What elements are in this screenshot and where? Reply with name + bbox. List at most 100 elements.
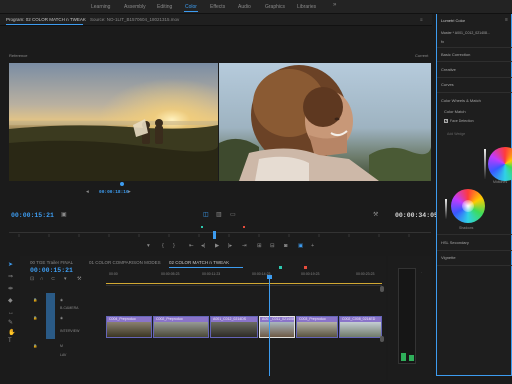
reference-position-handle[interactable]	[120, 182, 124, 186]
track-target-bar[interactable]	[46, 293, 55, 339]
track-lock-icon[interactable]: 🔒	[33, 298, 37, 302]
lumetri-menu-icon[interactable]: ≡	[505, 17, 508, 23]
timeline-panel: 00 TGE Trailer FINAL 01 COLOR COMPARISON…	[20, 256, 386, 380]
timeline-ruler[interactable]	[106, 278, 382, 286]
vertical-scroll-handle[interactable]	[380, 336, 384, 342]
current-timecode[interactable]: 00:00:15:21	[11, 212, 54, 219]
tab-source-monitor[interactable]: Source: NO-1LIT_B1570604_18021315.mov	[90, 17, 179, 22]
slip-tool-icon[interactable]: ↔	[8, 310, 14, 317]
export-frame-icon[interactable]: ◙	[284, 243, 287, 249]
track-visibility-icon[interactable]: ◉	[60, 298, 63, 302]
ref-prev-icon[interactable]: ◂	[86, 189, 89, 195]
mark-in-icon[interactable]: {	[162, 243, 164, 249]
divider	[437, 77, 512, 78]
ripple-edit-tool-icon[interactable]: ⇹	[8, 286, 13, 293]
duration-timecode: 00:00:34:05	[395, 212, 438, 219]
workspace-tab-learning[interactable]: Learning	[91, 4, 110, 10]
timeline-clip[interactable]: C004_Preproduo	[106, 316, 152, 338]
section-creative[interactable]: Creative	[441, 67, 456, 72]
timeline-clip[interactable]: A001_C012_0214DS	[210, 316, 258, 338]
comparison-toggle-icon[interactable]: ▣	[298, 243, 303, 249]
step-back-icon[interactable]: ◂|	[201, 243, 205, 249]
linked-selection-icon[interactable]: ⊂	[51, 276, 55, 283]
midtones-color-wheel[interactable]	[488, 147, 512, 181]
timeline-playhead[interactable]	[269, 276, 270, 376]
track-select-tool-icon[interactable]: ⇒	[8, 274, 13, 281]
pen-tool-icon[interactable]: ✎	[8, 320, 13, 327]
monitor-playhead[interactable]	[213, 231, 216, 239]
track-lock-icon[interactable]: 🔒	[33, 316, 37, 320]
midtones-luma-slider[interactable]	[484, 149, 486, 179]
add-marker-timeline-icon[interactable]: ▾	[64, 276, 67, 283]
marker-red[interactable]	[243, 226, 245, 228]
audio-meter	[398, 268, 416, 364]
split-view-icon[interactable]: ▭	[230, 212, 236, 219]
go-to-out-icon[interactable]: ⇥	[242, 243, 247, 249]
ruler-label: 00:00:23:23	[356, 272, 375, 276]
timeline-clip-selected[interactable]: A001_C011_021408	[259, 316, 295, 338]
step-forward-icon[interactable]: |▸	[228, 243, 232, 249]
razor-tool-icon[interactable]: ◆	[8, 298, 13, 305]
camera-icon[interactable]: ▣	[61, 212, 67, 219]
workspace-tab-assembly[interactable]: Assembly	[124, 4, 146, 10]
sequence-tab-color-match[interactable]: 02 COLOR MATCH n TWEAK	[169, 260, 229, 265]
timeline-marker-teal[interactable]	[279, 266, 282, 269]
timeline-timecode[interactable]: 00:00:15:21	[30, 267, 73, 274]
go-to-in-icon[interactable]: ⇤	[189, 243, 194, 249]
comparison-view-icon[interactable]: ◫	[203, 212, 209, 219]
add-button-icon[interactable]: +	[311, 243, 314, 249]
nest-icon[interactable]: ⊡	[30, 276, 34, 283]
track-mute-icon[interactable]: M	[60, 344, 63, 348]
section-curves[interactable]: Curves	[441, 82, 454, 87]
vertical-scroll-handle[interactable]	[380, 286, 384, 292]
timeline-clip[interactable]: C002_C008_0214ED	[339, 316, 382, 338]
current-frame	[219, 63, 431, 181]
track-visibility-icon[interactable]: ◉	[60, 316, 63, 320]
workspace-tab-audio[interactable]: Audio	[238, 4, 251, 10]
workspace-tab-effects[interactable]: Effects	[210, 4, 225, 10]
shadows-color-wheel[interactable]	[451, 189, 485, 223]
reference-label: Reference	[9, 53, 28, 58]
workspace-tab-color[interactable]: Color	[185, 4, 197, 10]
timeline-settings-icon[interactable]: ⚒	[77, 276, 81, 283]
section-hsl-secondary[interactable]: HSL Secondary	[441, 240, 469, 245]
shadows-luma-slider[interactable]	[445, 199, 447, 219]
playhead-handle[interactable]	[267, 275, 272, 279]
workspace-tab-libraries[interactable]: Libraries	[297, 4, 316, 10]
type-tool-icon[interactable]: T	[8, 338, 12, 345]
timeline-clip[interactable]: C002_Preproduo	[153, 316, 209, 338]
add-marker-icon[interactable]: ▾	[147, 243, 150, 249]
selection-tool-icon[interactable]: ➤	[8, 262, 13, 269]
section-color-wheels-match[interactable]: Color Wheels & Match	[441, 98, 481, 103]
snap-icon[interactable]: ∩	[40, 276, 44, 283]
monitor-time-ruler[interactable]	[9, 232, 431, 238]
section-basic-correction[interactable]: Basic Correction	[441, 52, 470, 57]
divider	[437, 250, 512, 251]
track-lock-icon[interactable]: 🔒	[33, 344, 37, 348]
sequence-tab-comparison[interactable]: 01 COLOR COMPARISON MODES	[89, 260, 161, 265]
workspace-tab-graphics[interactable]: Graphics	[265, 4, 285, 10]
side-by-side-icon[interactable]: ▥	[216, 212, 222, 219]
settings-wrench-icon[interactable]: ⚒	[373, 212, 378, 219]
workspace-overflow-icon[interactable]: »	[333, 2, 336, 8]
marker-teal[interactable]	[201, 226, 203, 228]
tab-program-monitor[interactable]: Program: 02 COLOR MATCH n TWEAK	[6, 17, 86, 22]
insert-icon[interactable]: ⊞	[257, 243, 262, 249]
workspace-bar: Learning Assembly Editing Color Effects …	[0, 0, 512, 14]
overwrite-icon[interactable]: ⊟	[270, 243, 275, 249]
ruler-label: 00:00	[109, 272, 118, 276]
sequence-tab-trailer[interactable]: 00 TGE Trailer FINAL	[30, 260, 73, 265]
reference-timecode[interactable]: 00:00:18:10	[99, 190, 129, 195]
workspace-tab-editing[interactable]: Editing	[157, 4, 172, 10]
hand-tool-icon[interactable]: ✋	[8, 330, 15, 337]
work-area-bar[interactable]	[106, 283, 382, 284]
play-icon[interactable]: ▶	[215, 243, 219, 249]
lumetri-master-clip[interactable]: Master * A001_C012_021408...	[441, 31, 490, 35]
face-detection-checkbox[interactable]: ✓	[444, 119, 448, 123]
fx-icon[interactable]: fx	[441, 39, 444, 44]
mark-out-icon[interactable]: }	[173, 243, 175, 249]
timeline-marker-red[interactable]	[304, 266, 307, 269]
section-vignette[interactable]: Vignette	[441, 255, 456, 260]
monitor-menu-icon[interactable]: ≡	[420, 17, 423, 22]
timeline-clip[interactable]: C003_Preproduo	[296, 316, 338, 338]
